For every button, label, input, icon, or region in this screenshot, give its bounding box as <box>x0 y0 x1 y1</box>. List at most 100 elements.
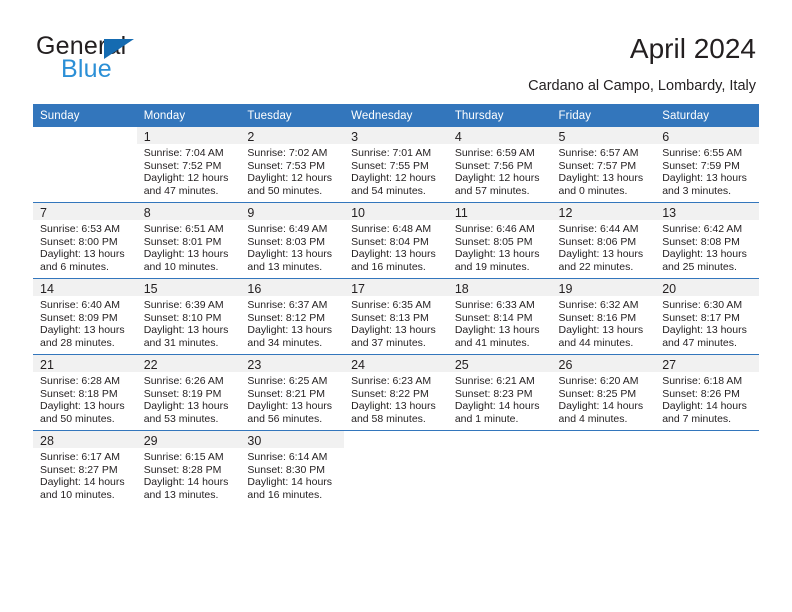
daylight-line2: and 10 minutes. <box>143 260 219 273</box>
day-number-band: 28 <box>33 431 137 448</box>
calendar-day-cell[interactable]: 13 Sunrise: 6:42 AM Sunset: 8:08 PM Dayl… <box>655 202 759 279</box>
daylight-line2: and 58 minutes. <box>351 412 426 425</box>
daylight-line2: and 0 minutes. <box>558 184 628 197</box>
daylight-line1: Daylight: 13 hours <box>662 248 747 261</box>
day-number-band: 21 <box>33 355 137 372</box>
day-details: Sunrise: 6:51 AM Sunset: 8:01 PM Dayligh… <box>137 220 241 273</box>
daylight-line2: and 53 minutes. <box>143 412 219 425</box>
daylight-line2: and 1 minute. <box>454 412 519 425</box>
daylight-line1: Daylight: 13 hours <box>662 324 747 337</box>
weekday-header-monday: Monday <box>136 104 241 127</box>
sunset-text: Sunset: 8:06 PM <box>558 235 637 248</box>
daylight-line1: Daylight: 14 hours <box>247 476 333 489</box>
calendar-day-cell[interactable] <box>33 127 137 203</box>
calendar-week-row: 7 Sunrise: 6:53 AM Sunset: 8:00 PM Dayli… <box>33 202 759 279</box>
calendar-day-cell[interactable]: 4 Sunrise: 6:59 AM Sunset: 7:56 PM Dayli… <box>447 127 552 203</box>
calendar-day-cell[interactable]: 28 Sunrise: 6:17 AM Sunset: 8:27 PM Dayl… <box>33 430 137 506</box>
day-number: 7 <box>40 206 47 220</box>
page-title: April 2024 <box>629 33 756 64</box>
calendar-day-cell[interactable]: 29 Sunrise: 6:15 AM Sunset: 8:28 PM Dayl… <box>136 430 241 506</box>
day-number-band: 3 <box>344 127 448 144</box>
sunset-text: Sunset: 8:13 PM <box>351 311 429 324</box>
daylight-line2: and 13 minutes. <box>247 260 323 273</box>
calendar-day-cell[interactable]: 22 Sunrise: 6:26 AM Sunset: 8:19 PM Dayl… <box>136 354 241 431</box>
day-number: 17 <box>351 282 366 296</box>
day-number: 28 <box>40 434 54 448</box>
sunrise-text: Sunrise: 6:37 AM <box>247 299 328 311</box>
day-number-band: 7 <box>33 203 137 220</box>
daylight-line2: and 19 minutes. <box>454 260 530 273</box>
calendar-day-cell[interactable]: 25 Sunrise: 6:21 AM Sunset: 8:23 PM Dayl… <box>447 354 552 431</box>
day-details: Sunrise: 6:40 AM Sunset: 8:09 PM Dayligh… <box>33 296 137 349</box>
calendar-day-cell[interactable]: 12 Sunrise: 6:44 AM Sunset: 8:06 PM Dayl… <box>551 202 656 279</box>
calendar-day-cell[interactable]: 15 Sunrise: 6:39 AM Sunset: 8:10 PM Dayl… <box>136 278 241 355</box>
day-cell-content <box>655 431 759 506</box>
day-details: Sunrise: 6:23 AM Sunset: 8:22 PM Dayligh… <box>344 372 448 425</box>
day-cell-content: 24 Sunrise: 6:23 AM Sunset: 8:22 PM Dayl… <box>344 355 448 430</box>
sunset-text: Sunset: 7:55 PM <box>351 159 429 172</box>
calendar-day-cell[interactable]: 16 Sunrise: 6:37 AM Sunset: 8:12 PM Dayl… <box>240 278 345 355</box>
location-subtitle: Cardano al Campo, Lombardy, Italy <box>528 78 756 94</box>
day-cell-content: 5 Sunrise: 6:57 AM Sunset: 7:57 PM Dayli… <box>551 127 656 202</box>
sunset-text: Sunset: 7:52 PM <box>143 159 222 172</box>
day-cell-content: 15 Sunrise: 6:39 AM Sunset: 8:10 PM Dayl… <box>136 279 241 354</box>
calendar-day-cell[interactable] <box>447 430 552 506</box>
calendar-day-cell[interactable]: 17 Sunrise: 6:35 AM Sunset: 8:13 PM Dayl… <box>344 278 448 355</box>
calendar-day-cell[interactable]: 3 Sunrise: 7:01 AM Sunset: 7:55 PM Dayli… <box>344 127 448 203</box>
calendar-day-cell[interactable]: 30 Sunrise: 6:14 AM Sunset: 8:30 PM Dayl… <box>240 430 345 506</box>
day-cell-content: 29 Sunrise: 6:15 AM Sunset: 8:28 PM Dayl… <box>136 431 241 506</box>
calendar-day-cell[interactable] <box>551 430 656 506</box>
calendar-day-cell[interactable]: 27 Sunrise: 6:18 AM Sunset: 8:26 PM Dayl… <box>655 354 759 431</box>
daylight-line1: Daylight: 14 hours <box>454 400 540 413</box>
day-cell-content: 21 Sunrise: 6:28 AM Sunset: 8:18 PM Dayl… <box>33 355 137 430</box>
calendar-day-cell[interactable]: 21 Sunrise: 6:28 AM Sunset: 8:18 PM Dayl… <box>33 354 137 431</box>
day-number-band: 25 <box>447 355 552 372</box>
daylight-line2: and 16 minutes. <box>351 260 426 273</box>
daylight-line2: and 10 minutes. <box>40 488 115 501</box>
calendar-day-cell[interactable]: 24 Sunrise: 6:23 AM Sunset: 8:22 PM Dayl… <box>344 354 448 431</box>
sunrise-text: Sunrise: 6:28 AM <box>40 375 120 387</box>
sunrise-text: Sunrise: 7:01 AM <box>351 147 432 159</box>
calendar-day-cell[interactable]: 18 Sunrise: 6:33 AM Sunset: 8:14 PM Dayl… <box>447 278 552 355</box>
day-number-band <box>344 431 448 448</box>
daylight-line2: and 6 minutes. <box>40 260 109 273</box>
weekday-header-wednesday: Wednesday <box>344 104 448 127</box>
calendar-day-cell[interactable]: 5 Sunrise: 6:57 AM Sunset: 7:57 PM Dayli… <box>551 127 656 203</box>
sunrise-text: Sunrise: 7:02 AM <box>247 147 328 159</box>
calendar-day-cell[interactable]: 8 Sunrise: 6:51 AM Sunset: 8:01 PM Dayli… <box>136 202 241 279</box>
calendar-day-cell[interactable] <box>655 430 759 506</box>
sunrise-text: Sunrise: 6:21 AM <box>454 375 535 387</box>
calendar-day-cell[interactable]: 6 Sunrise: 6:55 AM Sunset: 7:59 PM Dayli… <box>655 127 759 203</box>
brand-logo: General Blue <box>36 32 216 88</box>
day-details: Sunrise: 7:01 AM Sunset: 7:55 PM Dayligh… <box>344 144 448 197</box>
day-number: 20 <box>662 282 677 296</box>
calendar-day-cell[interactable]: 14 Sunrise: 6:40 AM Sunset: 8:09 PM Dayl… <box>33 278 137 355</box>
calendar-day-cell[interactable]: 23 Sunrise: 6:25 AM Sunset: 8:21 PM Dayl… <box>240 354 345 431</box>
calendar-day-cell[interactable] <box>344 430 448 506</box>
calendar-day-cell[interactable]: 1 Sunrise: 7:04 AM Sunset: 7:52 PM Dayli… <box>136 127 241 203</box>
calendar-day-cell[interactable]: 26 Sunrise: 6:20 AM Sunset: 8:25 PM Dayl… <box>551 354 656 431</box>
calendar-day-cell[interactable]: 19 Sunrise: 6:32 AM Sunset: 8:16 PM Dayl… <box>551 278 656 355</box>
day-number: 14 <box>40 282 54 296</box>
calendar-week-row: 1 Sunrise: 7:04 AM Sunset: 7:52 PM Dayli… <box>33 127 759 203</box>
day-details: Sunrise: 6:30 AM Sunset: 8:17 PM Dayligh… <box>655 296 759 349</box>
calendar-day-cell[interactable]: 7 Sunrise: 6:53 AM Sunset: 8:00 PM Dayli… <box>33 202 137 279</box>
sunset-text: Sunset: 8:30 PM <box>247 463 326 476</box>
calendar-day-cell[interactable]: 20 Sunrise: 6:30 AM Sunset: 8:17 PM Dayl… <box>655 278 759 355</box>
calendar-day-cell[interactable]: 10 Sunrise: 6:48 AM Sunset: 8:04 PM Dayl… <box>344 202 448 279</box>
daylight-line2: and 50 minutes. <box>40 412 115 425</box>
calendar-day-cell[interactable]: 9 Sunrise: 6:49 AM Sunset: 8:03 PM Dayli… <box>240 202 345 279</box>
day-details: Sunrise: 6:39 AM Sunset: 8:10 PM Dayligh… <box>137 296 241 349</box>
daylight-line1: Daylight: 13 hours <box>454 248 540 261</box>
day-details: Sunrise: 6:55 AM Sunset: 7:59 PM Dayligh… <box>655 144 759 197</box>
day-cell-content: 7 Sunrise: 6:53 AM Sunset: 8:00 PM Dayli… <box>33 203 137 278</box>
day-number: 29 <box>143 434 158 448</box>
daylight-line1: Daylight: 13 hours <box>143 400 229 413</box>
daylight-line1: Daylight: 13 hours <box>558 248 644 261</box>
page-header: General Blue April 2024 Cardano al Campo… <box>0 0 792 100</box>
day-details: Sunrise: 6:14 AM Sunset: 8:30 PM Dayligh… <box>240 448 344 501</box>
day-details: Sunrise: 6:18 AM Sunset: 8:26 PM Dayligh… <box>655 372 759 425</box>
calendar-day-cell[interactable]: 2 Sunrise: 7:02 AM Sunset: 7:53 PM Dayli… <box>240 127 345 203</box>
day-cell-content: 19 Sunrise: 6:32 AM Sunset: 8:16 PM Dayl… <box>551 279 656 354</box>
calendar-day-cell[interactable]: 11 Sunrise: 6:46 AM Sunset: 8:05 PM Dayl… <box>447 202 552 279</box>
